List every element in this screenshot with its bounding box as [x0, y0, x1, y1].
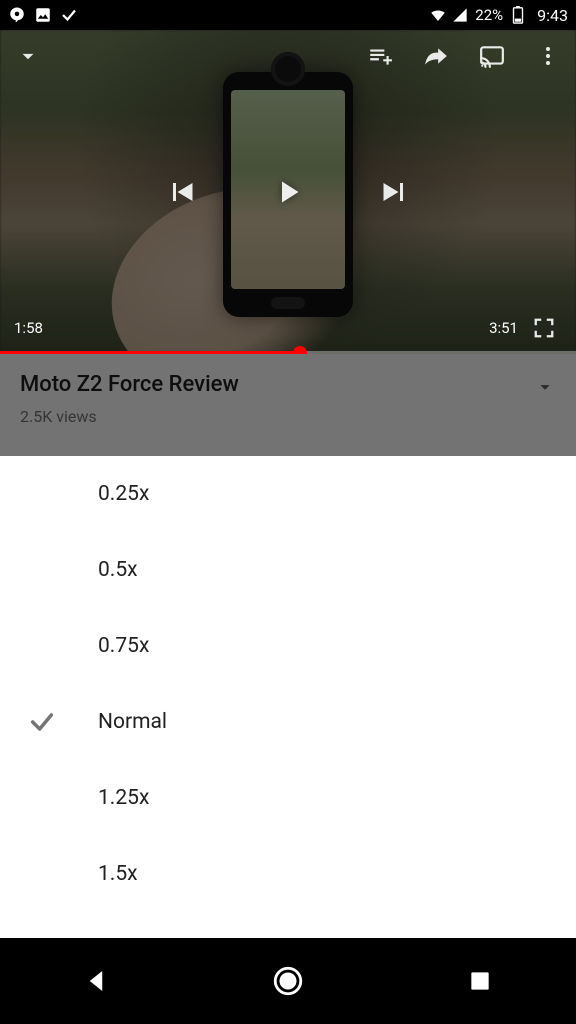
current-time: 1:58	[14, 319, 43, 337]
battery-icon	[509, 6, 527, 24]
video-player[interactable]: 1:58 3:51	[0, 30, 576, 354]
status-time: 9:43	[537, 6, 568, 25]
speed-option[interactable]: 1.25x	[0, 760, 576, 836]
nav-back-icon[interactable]	[66, 951, 126, 1011]
player-top-controls	[0, 38, 576, 74]
speed-option-label: 0.5x	[98, 558, 138, 582]
speed-option-label: 1.5x	[98, 862, 138, 886]
speed-option[interactable]: 0.25x	[0, 456, 576, 532]
speed-option-label: 0.25x	[98, 482, 149, 506]
add-to-playlist-icon[interactable]	[362, 38, 398, 74]
next-icon[interactable]	[376, 174, 412, 210]
speed-option[interactable]: 1.5x	[0, 836, 576, 912]
speed-option-label: Normal	[98, 710, 167, 734]
hangouts-notification-icon	[8, 6, 26, 24]
checkmark-notification-icon	[60, 6, 78, 24]
screen: 22% 9:43	[0, 0, 576, 1024]
android-nav-bar	[0, 938, 576, 1024]
collapse-icon[interactable]	[10, 38, 46, 74]
share-icon[interactable]	[418, 38, 454, 74]
player-bottom-controls: 1:58 3:51	[0, 310, 576, 346]
nav-home-icon[interactable]	[258, 951, 318, 1011]
previous-icon[interactable]	[164, 174, 200, 210]
video-meta-row[interactable]: Moto Z2 Force Review 2.5K views	[0, 354, 576, 456]
status-left	[8, 6, 78, 24]
cast-icon[interactable]	[474, 38, 510, 74]
speed-option-label: 1.25x	[98, 786, 149, 810]
meta-overlay-dim	[0, 354, 576, 456]
fullscreen-icon[interactable]	[526, 310, 562, 346]
speed-option-label: 0.75x	[98, 634, 149, 658]
speed-option[interactable]: Normal	[0, 684, 576, 760]
cell-signal-icon	[451, 6, 469, 24]
checkmark-icon	[28, 708, 98, 736]
progress-thumb[interactable]	[293, 346, 307, 355]
speed-option[interactable]: 0.5x	[0, 532, 576, 608]
battery-percent: 22%	[475, 6, 503, 24]
more-options-icon[interactable]	[530, 38, 566, 74]
status-right: 22% 9:43	[429, 6, 568, 25]
status-bar: 22% 9:43	[0, 0, 576, 30]
player-center-controls	[0, 174, 576, 210]
speed-option[interactable]: 0.75x	[0, 608, 576, 684]
nav-recents-icon[interactable]	[450, 951, 510, 1011]
play-icon[interactable]	[270, 174, 306, 210]
wifi-icon	[429, 6, 447, 24]
image-notification-icon	[34, 6, 52, 24]
total-time: 3:51	[489, 319, 518, 337]
playback-speed-sheet: 0.25x0.5x0.75xNormal1.25x1.5x2x	[0, 456, 576, 938]
